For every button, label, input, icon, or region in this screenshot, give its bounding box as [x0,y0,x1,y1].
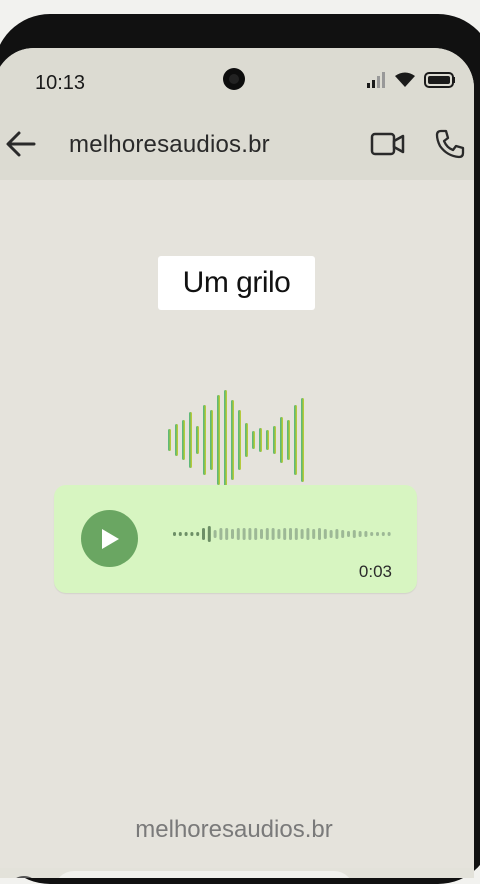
visualizer-bar [259,428,262,452]
visualizer-bar [231,400,234,480]
visualizer-bar [280,417,283,463]
waveform-bar [184,532,188,536]
visualizer-bar [301,398,304,482]
waveform-bar [335,529,339,539]
waveform-bar [265,528,269,540]
back-arrow-icon[interactable] [4,127,38,161]
waveform-bar [306,528,310,540]
message-input[interactable] [54,871,354,878]
status-time: 10:13 [35,72,86,94]
waveform-bar [271,528,275,540]
waveform-bar [225,528,229,540]
voice-duration: 0:03 [358,562,392,581]
input-bar [0,868,474,878]
waveform-bar [190,532,194,536]
status-bar: 10:13 [0,48,474,114]
waveform-bar [376,532,379,536]
waveform-bar [248,528,252,540]
front-camera [223,68,245,90]
waveform-bar [219,528,223,540]
waveform-bar [300,529,304,539]
waveform-bar [329,530,333,538]
visualizer-bar [273,426,276,454]
waveform-bar [202,528,205,540]
waveform-bar [323,529,327,539]
waveform-bar [277,529,281,539]
waveform-bar [318,528,321,540]
signal-icon [367,72,385,88]
waveform-bar [260,529,263,539]
waveform-bar [294,528,298,540]
battery-icon [424,72,455,88]
waveform-bar [242,528,246,540]
visualizer-bar [168,429,171,451]
phone-frame: 10:13 melhoresaudios.br Um grilo 0:03 me… [0,14,480,884]
screen: 10:13 melhoresaudios.br Um grilo 0:03 me… [0,48,474,878]
visualizer-bar [224,390,227,490]
audio-visualizer [168,390,304,490]
visualizer-bar [217,395,220,485]
waveform-bar [213,530,217,538]
wifi-icon [395,72,415,87]
play-button[interactable] [81,510,138,567]
chat-header: melhoresaudios.br [0,114,474,180]
visualizer-bar [189,412,192,468]
waveform-bar [387,532,391,536]
waveform-bar [381,532,385,536]
contact-name[interactable]: melhoresaudios.br [69,131,270,159]
visualizer-bar [210,410,213,470]
status-icons [366,72,456,88]
waveform-bar [370,532,374,536]
waveform-bar [312,529,316,539]
visualizer-bar [252,431,255,449]
emoji-icon[interactable] [8,876,40,878]
phone-icon[interactable] [434,128,466,160]
visualizer-bar [196,426,199,454]
visualizer-bar [182,420,185,460]
waveform-bar [173,532,176,536]
waveform-bar [347,531,350,537]
play-icon [101,528,119,549]
waveform-bar [364,531,368,537]
voice-message-bubble: 0:03 [54,485,417,593]
visualizer-bar [287,420,290,460]
visualizer-bar [294,405,297,475]
waveform-bar [254,528,258,540]
chat-area: Um grilo 0:03 melhoresaudios.br [0,180,474,878]
visualizer-bar [238,410,241,470]
video-call-icon[interactable] [370,130,406,158]
voice-waveform[interactable] [173,523,395,545]
visualizer-bar [266,430,269,450]
waveform-bar [352,530,356,538]
waveform-bar [236,528,240,540]
visualizer-bar [175,424,178,456]
waveform-bar [196,532,200,536]
visualizer-bar [203,405,206,475]
watermark: melhoresaudios.br [135,816,333,843]
waveform-bar [178,532,182,536]
waveform-bar [283,528,287,540]
waveform-bar [207,526,211,542]
title-card: Um grilo [158,256,315,310]
waveform-bar [358,531,362,537]
waveform-bar [231,529,234,539]
visualizer-bar [245,423,248,457]
waveform-bar [341,530,345,538]
waveform-bar [289,528,292,540]
